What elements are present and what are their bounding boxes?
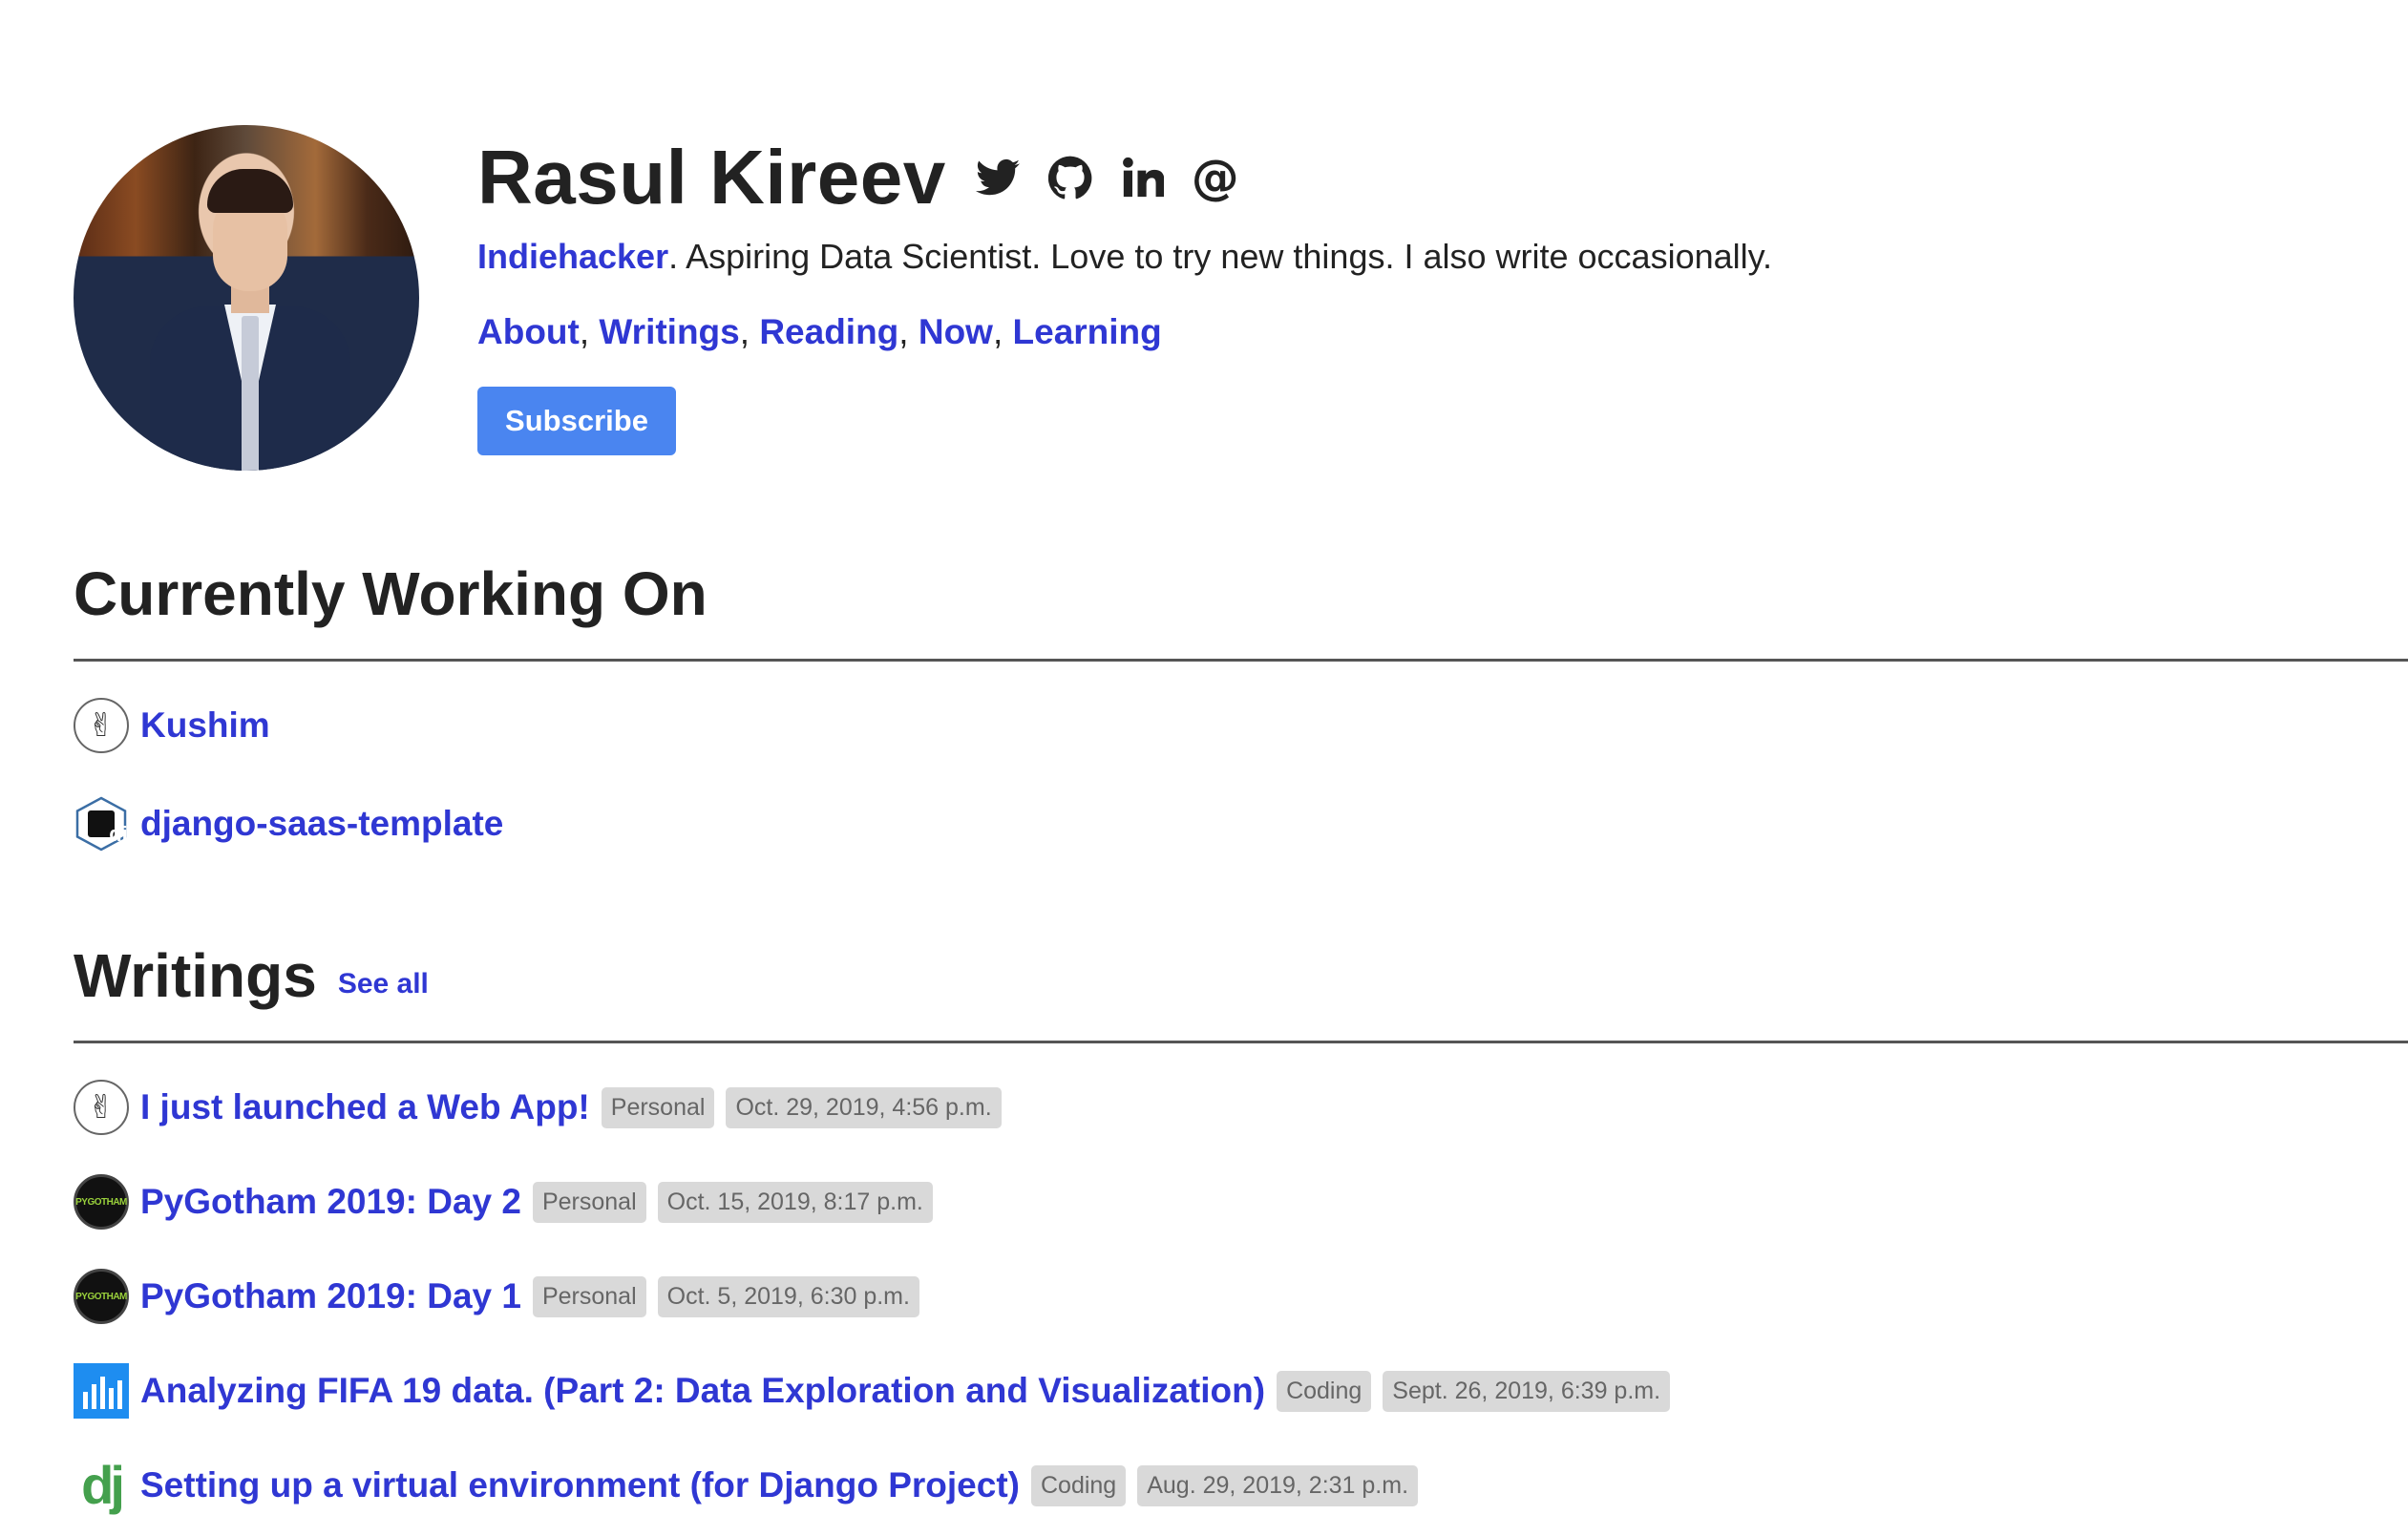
writing-item[interactable]: PYGOTHAM PyGotham 2019: Day 1 Personal O… (74, 1269, 919, 1324)
see-all-link[interactable]: See all (338, 968, 429, 999)
writing-item[interactable]: Analyzing FIFA 19 data. (Part 2: Data Ex… (74, 1363, 1671, 1419)
peace-hand-icon: ✌ (74, 698, 129, 753)
nav-now[interactable]: Now (919, 312, 993, 351)
linkedin-icon[interactable] (1120, 155, 1166, 200)
profile-header: Rasul Kireev @ Indiehacker. Aspiring Dat… (74, 125, 2365, 478)
writing-title[interactable]: PyGotham 2019: Day 2 (140, 1182, 521, 1222)
writing-item[interactable]: ✌ I just launched a Web App! Personal Oc… (74, 1080, 1002, 1135)
project-title[interactable]: Kushim (140, 705, 270, 746)
github-icon[interactable] (1047, 155, 1093, 200)
writing-title[interactable]: Analyzing FIFA 19 data. (Part 2: Data Ex… (140, 1371, 1265, 1411)
category-badge[interactable]: Coding (1030, 1464, 1127, 1506)
twitter-icon[interactable] (975, 155, 1021, 200)
category-badge[interactable]: Coding (1277, 1370, 1372, 1412)
section-divider (74, 659, 2408, 662)
avatar (74, 125, 419, 471)
date-badge: Aug. 29, 2019, 2:31 p.m. (1137, 1464, 1419, 1506)
section-title-working-on: Currently Working On (74, 559, 708, 628)
django-hex-icon-text: dj (109, 822, 128, 846)
pygotham-icon: PYGOTHAM (74, 1174, 129, 1230)
bar-chart-icon (74, 1363, 129, 1419)
writing-item[interactable]: dj Setting up a virtual environment (for… (74, 1455, 1419, 1515)
subscribe-button[interactable]: Subscribe (477, 387, 676, 455)
project-item[interactable]: django-saas-template (74, 796, 503, 852)
profile-nav: About, Writings, Reading, Now, Learning (477, 312, 1162, 351)
nav-writings[interactable]: Writings (599, 312, 739, 351)
date-badge: Oct. 5, 2019, 6:30 p.m. (657, 1275, 919, 1317)
peace-hand-icon: ✌ (74, 1080, 129, 1135)
date-badge: Oct. 15, 2019, 8:17 p.m. (657, 1181, 933, 1223)
profile-name: Rasul Kireev (477, 135, 946, 220)
date-badge: Oct. 29, 2019, 4:56 p.m. (726, 1086, 1002, 1128)
nav-reading[interactable]: Reading (759, 312, 898, 351)
section-title-writings: Writings See all (74, 940, 429, 1011)
writing-item[interactable]: PYGOTHAM PyGotham 2019: Day 2 Personal O… (74, 1174, 933, 1230)
writing-title[interactable]: Setting up a virtual environment (for Dj… (140, 1465, 1020, 1505)
tagline: Indiehacker. Aspiring Data Scientist. Lo… (477, 237, 1772, 277)
pygotham-icon: PYGOTHAM (74, 1269, 129, 1324)
project-title[interactable]: django-saas-template (140, 804, 503, 844)
tagline-text: . Aspiring Data Scientist. Love to try n… (668, 237, 1772, 276)
category-badge[interactable]: Personal (532, 1181, 646, 1223)
writing-title[interactable]: PyGotham 2019: Day 1 (140, 1276, 521, 1316)
nav-learning[interactable]: Learning (1013, 312, 1162, 351)
section-divider (74, 1041, 2408, 1043)
category-badge[interactable]: Personal (601, 1086, 715, 1128)
project-item[interactable]: ✌ Kushim (74, 698, 270, 753)
category-badge[interactable]: Personal (532, 1275, 646, 1317)
django-icon: dj (81, 1455, 125, 1515)
nav-about[interactable]: About (477, 312, 580, 351)
writings-title: Writings (74, 941, 317, 1010)
indiehacker-link[interactable]: Indiehacker (477, 237, 668, 276)
writing-title[interactable]: I just launched a Web App! (140, 1087, 590, 1127)
social-links: @ (975, 150, 1239, 205)
email-at-icon[interactable]: @ (1192, 150, 1239, 205)
date-badge: Sept. 26, 2019, 6:39 p.m. (1383, 1370, 1671, 1412)
